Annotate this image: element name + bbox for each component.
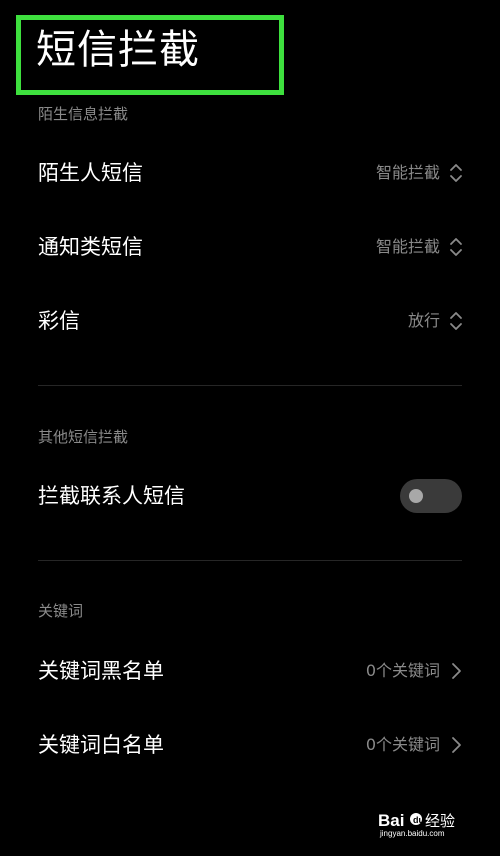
row-value: 0个关键词 (365, 735, 440, 754)
chevron-right-icon (449, 660, 463, 682)
row-value: 放行 (407, 311, 440, 330)
section-divider (38, 385, 462, 386)
baidu-watermark-logo: Bai du 经验 jingyan.baidu.com (378, 808, 474, 838)
row-label: 关键词黑名单 (38, 659, 164, 683)
row-value: 智能拦截 (375, 163, 440, 182)
section-header-other: 其他短信拦截 (38, 428, 129, 446)
row-stranger-sms[interactable]: 陌生人短信 智能拦截 (0, 143, 500, 203)
block-contact-sms-toggle[interactable] (400, 479, 462, 513)
row-keyword-blacklist[interactable]: 关键词黑名单 0个关键词 (0, 641, 500, 701)
section-divider (38, 560, 462, 561)
row-keyword-whitelist[interactable]: 关键词白名单 0个关键词 (0, 715, 500, 775)
svg-text:Bai: Bai (378, 811, 404, 830)
up-down-chevron-icon (449, 236, 463, 258)
section-header-keywords: 关键词 (38, 602, 84, 620)
row-block-contact-sms[interactable]: 拦截联系人短信 (0, 466, 500, 526)
row-mms[interactable]: 彩信 放行 (0, 291, 500, 351)
svg-text:du: du (413, 815, 424, 825)
up-down-chevron-icon (449, 310, 463, 332)
svg-text:经验: 经验 (425, 812, 455, 830)
section-header-stranger: 陌生信息拦截 (38, 105, 129, 123)
chevron-right-icon (449, 734, 463, 756)
row-label: 彩信 (38, 309, 80, 333)
row-label: 陌生人短信 (38, 161, 143, 185)
row-label: 关键词白名单 (38, 733, 164, 757)
row-label: 拦截联系人短信 (38, 484, 185, 508)
row-notification-sms[interactable]: 通知类短信 智能拦截 (0, 217, 500, 277)
row-label: 通知类短信 (38, 235, 143, 259)
row-value: 智能拦截 (375, 237, 440, 256)
row-value: 0个关键词 (365, 661, 440, 680)
up-down-chevron-icon (449, 162, 463, 184)
highlight-annotation-box (16, 15, 284, 95)
toggle-knob (409, 489, 423, 503)
svg-text:jingyan.baidu.com: jingyan.baidu.com (379, 829, 445, 838)
